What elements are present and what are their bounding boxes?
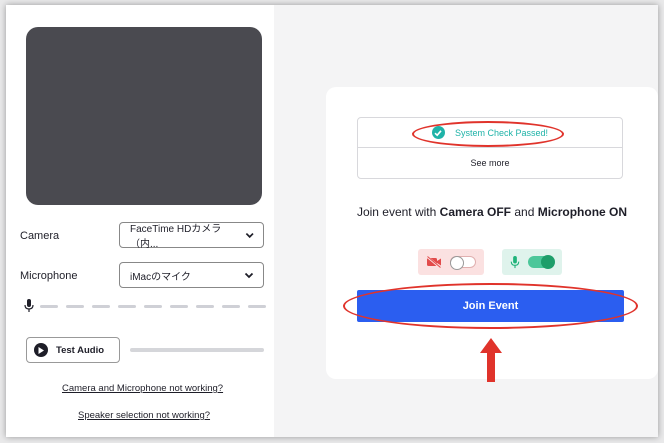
meter-segment [222,305,240,308]
chevron-down-icon [245,232,254,239]
check-circle-icon [431,126,445,139]
app-window: Camera FaceTime HDカメラ（内... Microphone iM… [6,5,658,437]
microphone-toggle[interactable] [502,249,562,275]
test-audio-button[interactable]: Test Audio [26,337,120,363]
camera-label: Camera [20,230,60,242]
microphone-select[interactable]: iMacのマイク [119,262,264,288]
meter-segment [144,305,162,308]
join-settings-summary: Join event with Camera OFF and Microphon… [346,205,638,219]
microphone-icon [24,299,34,312]
chevron-down-icon [244,272,254,279]
meter-segment [196,305,214,308]
system-check-text: System Check Passed! [454,127,549,138]
camera-switch[interactable] [450,256,476,270]
see-more-link[interactable]: See more [358,148,622,178]
video-preview [26,27,262,205]
system-check-panel: System Check Passed! See more [357,117,623,179]
join-event-button[interactable]: Join Event [357,290,624,322]
meter-segment [248,305,266,308]
play-icon [34,343,48,357]
device-settings-panel: Camera FaceTime HDカメラ（内... Microphone iM… [6,5,274,437]
camera-off-icon [426,256,441,268]
camera-mic-help-link[interactable]: Camera and Microphone not working? [62,383,223,394]
audio-progress-bar [130,348,264,352]
test-audio-label: Test Audio [56,344,105,356]
annotation-arrow-icon [480,338,502,382]
mic-level-meter [20,299,268,313]
meter-segment [170,305,188,308]
microphone-state: Microphone ON [537,205,628,219]
camera-select-value: FaceTime HDカメラ（内... [130,224,222,250]
meter-segment [92,305,110,308]
meter-segment [66,305,84,308]
speaker-help-link[interactable]: Speaker selection not working? [78,410,210,421]
join-middle: and [511,205,538,219]
switch-knob [541,255,555,269]
microphone-select-value: iMacのマイク [130,271,191,283]
meter-segment [118,305,136,308]
camera-select[interactable]: FaceTime HDカメラ（内... [119,222,264,250]
system-check-status: System Check Passed! [358,118,622,148]
microphone-label: Microphone [20,270,78,282]
camera-toggle[interactable] [418,249,484,275]
join-prefix: Join event with [356,205,440,219]
meter-segment [40,305,58,308]
microphone-on-icon [510,255,520,268]
switch-knob [450,256,464,270]
camera-state: Camera OFF [439,205,512,219]
microphone-switch[interactable] [528,255,555,269]
join-event-card: System Check Passed! See more Join event… [326,87,658,379]
